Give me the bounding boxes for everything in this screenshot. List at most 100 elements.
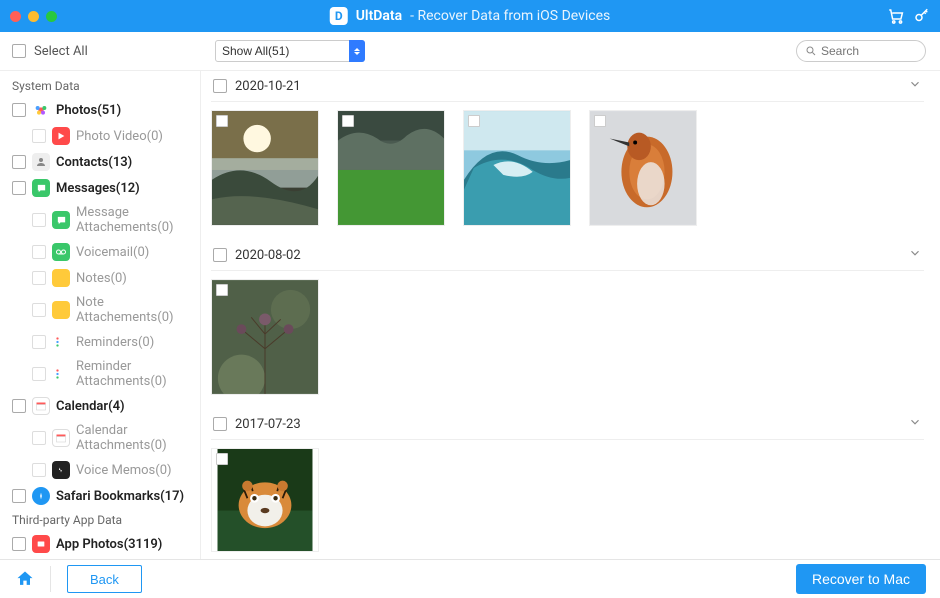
back-button[interactable]: Back bbox=[67, 565, 142, 593]
thumb-checkbox[interactable] bbox=[216, 453, 228, 465]
key-icon[interactable] bbox=[910, 4, 934, 28]
messages-icon bbox=[32, 179, 50, 197]
sidebar-item-safari-bookmarks[interactable]: Safari Bookmarks(17) bbox=[0, 483, 200, 509]
app-name: UltData bbox=[356, 8, 402, 24]
checkbox[interactable] bbox=[12, 399, 26, 413]
sidebar-item-message-attachments[interactable]: Message Attachements(0) bbox=[0, 201, 200, 239]
thumbnail[interactable] bbox=[211, 110, 319, 226]
date-group-header[interactable]: 2020-10-21 bbox=[211, 71, 924, 102]
footer: Back Recover to Mac bbox=[0, 559, 940, 598]
group-checkbox[interactable] bbox=[213, 79, 227, 93]
sidebar-item-messages[interactable]: Messages(12) bbox=[0, 175, 200, 201]
sidebar-item-photo-video[interactable]: Photo Video(0) bbox=[0, 123, 200, 149]
thumbnail-row bbox=[211, 448, 924, 552]
date-group-header[interactable]: 2020-08-02 bbox=[211, 240, 924, 271]
recover-button[interactable]: Recover to Mac bbox=[796, 564, 926, 594]
chevron-down-icon[interactable] bbox=[908, 246, 922, 264]
minimize-window-button[interactable] bbox=[28, 11, 39, 22]
calendar-icon bbox=[32, 397, 50, 415]
checkbox[interactable] bbox=[12, 181, 26, 195]
calendar-icon bbox=[52, 429, 70, 447]
checkbox[interactable] bbox=[12, 155, 26, 169]
thumb-checkbox[interactable] bbox=[594, 115, 606, 127]
photos-icon bbox=[32, 101, 50, 119]
thumb-checkbox[interactable] bbox=[216, 115, 228, 127]
thumb-checkbox[interactable] bbox=[216, 284, 228, 296]
window-controls bbox=[0, 11, 57, 22]
sidebar-item-reminder-attachments[interactable]: Reminder Attachments(0) bbox=[0, 355, 200, 393]
checkbox[interactable] bbox=[32, 463, 46, 477]
main-content[interactable]: 2020-10-21 2020-08-02 2017-07-23 bbox=[201, 71, 940, 560]
footer-divider bbox=[50, 566, 51, 592]
video-icon bbox=[52, 127, 70, 145]
group-date: 2020-10-21 bbox=[235, 79, 900, 94]
sidebar-item-voicemail[interactable]: Voicemail(0) bbox=[0, 239, 200, 265]
voicemail-icon bbox=[52, 243, 70, 261]
sidebar-item-app-photos[interactable]: App Photos(3119) bbox=[0, 531, 200, 557]
stepper-icon bbox=[349, 40, 365, 62]
thumbnail[interactable] bbox=[337, 110, 445, 226]
chevron-down-icon[interactable] bbox=[908, 77, 922, 95]
checkbox[interactable] bbox=[32, 431, 46, 445]
select-all-label: Select All bbox=[34, 44, 88, 59]
thumbnail[interactable] bbox=[211, 279, 319, 395]
filter-select[interactable]: Show All(51) bbox=[215, 40, 365, 62]
safari-icon bbox=[32, 487, 50, 505]
chevron-down-icon[interactable] bbox=[908, 415, 922, 433]
checkbox[interactable] bbox=[32, 245, 46, 259]
home-button[interactable] bbox=[14, 568, 36, 590]
sidebar-section-thirdparty: Third-party App Data bbox=[0, 509, 200, 531]
sidebar-item-reminders[interactable]: Reminders(0) bbox=[0, 329, 200, 355]
checkbox[interactable] bbox=[32, 129, 46, 143]
sidebar-item-voice-memos[interactable]: Voice Memos(0) bbox=[0, 457, 200, 483]
voice-memos-icon bbox=[52, 461, 70, 479]
close-window-button[interactable] bbox=[10, 11, 21, 22]
checkbox[interactable] bbox=[12, 489, 26, 503]
reminders-icon bbox=[52, 333, 70, 351]
date-group-header[interactable]: 2017-07-23 bbox=[211, 409, 924, 440]
thumbnail[interactable] bbox=[211, 448, 319, 552]
checkbox[interactable] bbox=[32, 213, 46, 227]
thumb-checkbox[interactable] bbox=[342, 115, 354, 127]
checkbox[interactable] bbox=[32, 335, 46, 349]
search-icon bbox=[805, 45, 817, 57]
app-subtitle: - Recover Data from iOS Devices bbox=[410, 8, 610, 24]
sidebar-section-system: System Data bbox=[0, 75, 200, 97]
thumbnail[interactable] bbox=[463, 110, 571, 226]
checkbox[interactable] bbox=[12, 537, 26, 551]
app-title: D UltData - Recover Data from iOS Device… bbox=[330, 7, 611, 25]
checkbox[interactable] bbox=[32, 303, 46, 317]
select-all-checkbox[interactable] bbox=[12, 44, 26, 58]
thumbnail[interactable] bbox=[589, 110, 697, 226]
sidebar-item-contacts[interactable]: Contacts(13) bbox=[0, 149, 200, 175]
thumb-checkbox[interactable] bbox=[468, 115, 480, 127]
checkbox[interactable] bbox=[32, 271, 46, 285]
thumbnail-row bbox=[211, 110, 924, 226]
maximize-window-button[interactable] bbox=[46, 11, 57, 22]
messages-icon bbox=[52, 211, 70, 229]
thumbnail-row bbox=[211, 279, 924, 395]
group-date: 2020-08-02 bbox=[235, 248, 900, 263]
search-input[interactable] bbox=[821, 44, 911, 58]
search-box[interactable] bbox=[796, 40, 926, 62]
notes-icon bbox=[52, 301, 70, 319]
sidebar-item-note-attachments[interactable]: Note Attachements(0) bbox=[0, 291, 200, 329]
group-checkbox[interactable] bbox=[213, 248, 227, 262]
toolbar: Select All Show All(51) bbox=[0, 32, 940, 70]
checkbox[interactable] bbox=[12, 103, 26, 117]
sidebar[interactable]: System Data Photos(51) Photo Video(0) Co… bbox=[0, 71, 200, 560]
app-logo-icon: D bbox=[330, 7, 348, 25]
group-checkbox[interactable] bbox=[213, 417, 227, 431]
reminders-icon bbox=[52, 365, 70, 383]
filter-dropdown[interactable]: Show All(51) bbox=[215, 40, 365, 62]
checkbox[interactable] bbox=[32, 367, 46, 381]
titlebar: D UltData - Recover Data from iOS Device… bbox=[0, 0, 940, 32]
contacts-icon bbox=[32, 153, 50, 171]
sidebar-item-notes[interactable]: Notes(0) bbox=[0, 265, 200, 291]
sidebar-item-calendar[interactable]: Calendar(4) bbox=[0, 393, 200, 419]
sidebar-item-photos[interactable]: Photos(51) bbox=[0, 97, 200, 123]
cart-icon[interactable] bbox=[884, 4, 908, 28]
sidebar-item-calendar-attachments[interactable]: Calendar Attachments(0) bbox=[0, 419, 200, 457]
select-all[interactable]: Select All bbox=[0, 44, 205, 59]
app-photos-icon bbox=[32, 535, 50, 553]
